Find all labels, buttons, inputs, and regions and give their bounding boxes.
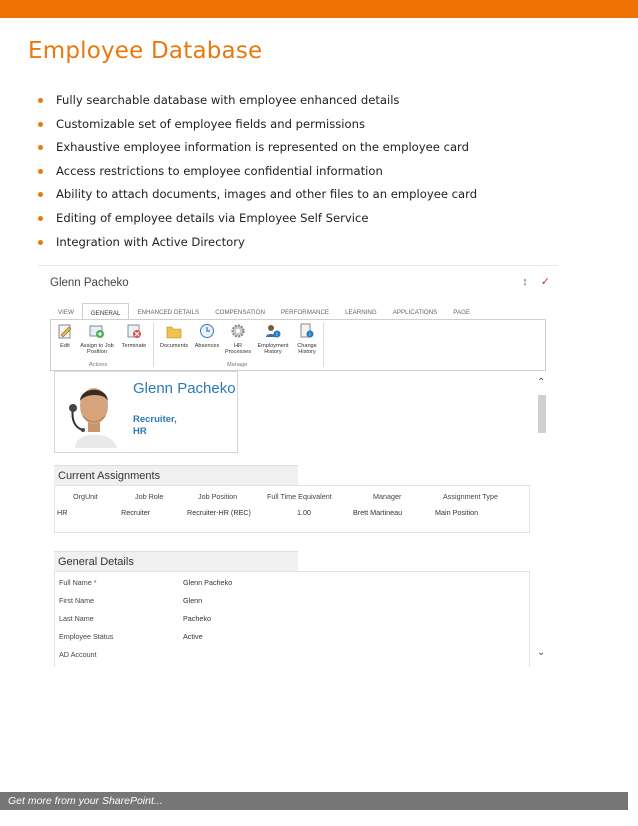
edit-button[interactable]: Edit <box>55 323 75 349</box>
edit-icon <box>58 324 72 339</box>
svg-text:i: i <box>309 332 310 338</box>
divider <box>38 265 558 266</box>
tab-enhanced-details[interactable]: ENHANCED DETAILS <box>129 303 207 320</box>
table-cell: 1.00 <box>297 508 311 517</box>
employee-photo <box>61 376 127 448</box>
clock-icon <box>200 324 214 338</box>
bullet-icon <box>38 121 43 127</box>
ribbon-tabs: VIEW GENERAL ENHANCED DETAILS COMPENSATI… <box>50 303 478 320</box>
folder-icon <box>166 326 182 339</box>
change-history-button[interactable]: i Change History <box>293 323 321 355</box>
tab-learning[interactable]: LEARNING <box>337 303 385 320</box>
bullet-icon <box>38 192 43 198</box>
svg-text:i: i <box>276 332 277 338</box>
feature-list: Fully searchable database with employee … <box>38 92 598 257</box>
field-value: Active <box>183 632 203 641</box>
documents-button[interactable]: Documents <box>157 323 191 349</box>
dialog-controls: ↕ ✓ <box>512 275 550 288</box>
field-label: Employee Status <box>59 632 114 641</box>
assignments-table: OrgUnit Job Role Job Position Full Time … <box>54 485 530 533</box>
tab-view[interactable]: VIEW <box>50 303 82 320</box>
general-details-heading: General Details <box>54 551 298 571</box>
feature-item: Integration with Active Directory <box>38 234 598 258</box>
dialog-title: Glenn Pacheko <box>50 277 129 289</box>
field-label: First Name <box>59 596 95 605</box>
top-accent-bar <box>0 0 638 18</box>
divider <box>323 323 324 367</box>
bullet-icon <box>38 98 43 103</box>
table-cell: HR <box>57 508 68 517</box>
tab-performance[interactable]: PERFORMANCE <box>273 303 337 320</box>
chevron-down-icon[interactable]: ⌄ <box>537 647 545 658</box>
footer-bar: Get more from your SharePoint... <box>0 792 628 810</box>
field-value: Glenn Pacheko <box>183 578 233 587</box>
hr-processes-button[interactable]: HR Processes <box>223 323 253 355</box>
column-header: Job Position <box>198 492 238 501</box>
bullet-icon <box>38 145 43 151</box>
feature-item: Fully searchable database with employee … <box>38 92 598 116</box>
ribbon: Edit Assign to Job Position Terminate Ac… <box>50 319 546 371</box>
feature-item: Access restrictions to employee confiden… <box>38 163 598 187</box>
column-header: Full Time Equivalent <box>267 492 332 501</box>
table-cell: Main Position <box>435 508 479 517</box>
actions-group-label: Actions <box>89 362 108 368</box>
field-value: Pacheko <box>183 614 211 623</box>
feature-item: Exhaustive employee information is repre… <box>38 139 598 163</box>
column-header: Assignment Type <box>443 492 499 501</box>
column-header: Job Role <box>135 492 164 501</box>
absences-button[interactable]: Absences <box>192 323 222 349</box>
field-label: Full Name * <box>59 578 97 587</box>
employee-role: Recruiter, HR <box>133 414 177 437</box>
tab-general[interactable]: GENERAL <box>81 303 130 320</box>
terminate-button[interactable]: Terminate <box>119 323 149 349</box>
assign-icon <box>89 325 104 338</box>
table-cell: Recruiter <box>121 508 151 517</box>
gear-icon <box>231 324 245 338</box>
bullet-icon <box>38 239 43 245</box>
chevron-up-icon[interactable]: ⌃ <box>537 377 545 388</box>
field-label: Last Name <box>59 614 94 623</box>
feature-item: Editing of employee details via Employee… <box>38 210 598 234</box>
field-value: Glenn <box>183 596 203 605</box>
page-title: Employee Database <box>28 38 263 64</box>
close-icon[interactable]: ✓ <box>541 275 550 288</box>
employment-history-button[interactable]: i Employment History <box>255 323 291 355</box>
vertical-scrollbar[interactable]: ⌃ ⌄ <box>536 377 548 667</box>
current-assignments-heading: Current Assignments <box>54 465 298 485</box>
employee-name: Glenn Pacheko <box>133 380 236 397</box>
scroll-thumb[interactable] <box>538 395 546 433</box>
table-cell: Brett Martineau <box>353 508 403 517</box>
feature-item: Customizable set of employee fields and … <box>38 116 598 140</box>
bullet-icon <box>38 215 43 221</box>
employee-card: Glenn Pacheko Recruiter, HR <box>54 371 238 453</box>
user-info-icon: i <box>266 325 281 338</box>
column-header: Manager <box>373 492 402 501</box>
resize-icon[interactable]: ↕ <box>522 276 528 288</box>
tab-compensation[interactable]: COMPENSATION <box>207 303 273 320</box>
avatar <box>61 376 127 448</box>
tab-applications[interactable]: APPLICATIONS <box>385 303 446 320</box>
feature-item: Ability to attach documents, images and … <box>38 186 598 210</box>
terminate-icon <box>127 324 141 338</box>
tab-page[interactable]: PAGE <box>445 303 478 320</box>
manage-group-label: Manage <box>227 362 248 368</box>
divider <box>153 323 154 367</box>
document-info-icon: i <box>300 323 314 338</box>
column-header: OrgUnit <box>73 492 98 501</box>
assign-to-job-position-button[interactable]: Assign to Job Position <box>77 323 117 355</box>
employee-card-screenshot: Glenn Pacheko ↕ ✓ VIEW GENERAL ENHANCED … <box>38 265 558 667</box>
field-label: AD Account <box>59 650 97 659</box>
footer-tagline: Get more from your SharePoint... <box>8 795 163 807</box>
table-cell: Recruiter-HR (REC) <box>187 508 251 517</box>
bullet-icon <box>38 168 43 174</box>
general-details-fields: Full Name * Glenn Pacheko First Name Gle… <box>54 571 530 667</box>
